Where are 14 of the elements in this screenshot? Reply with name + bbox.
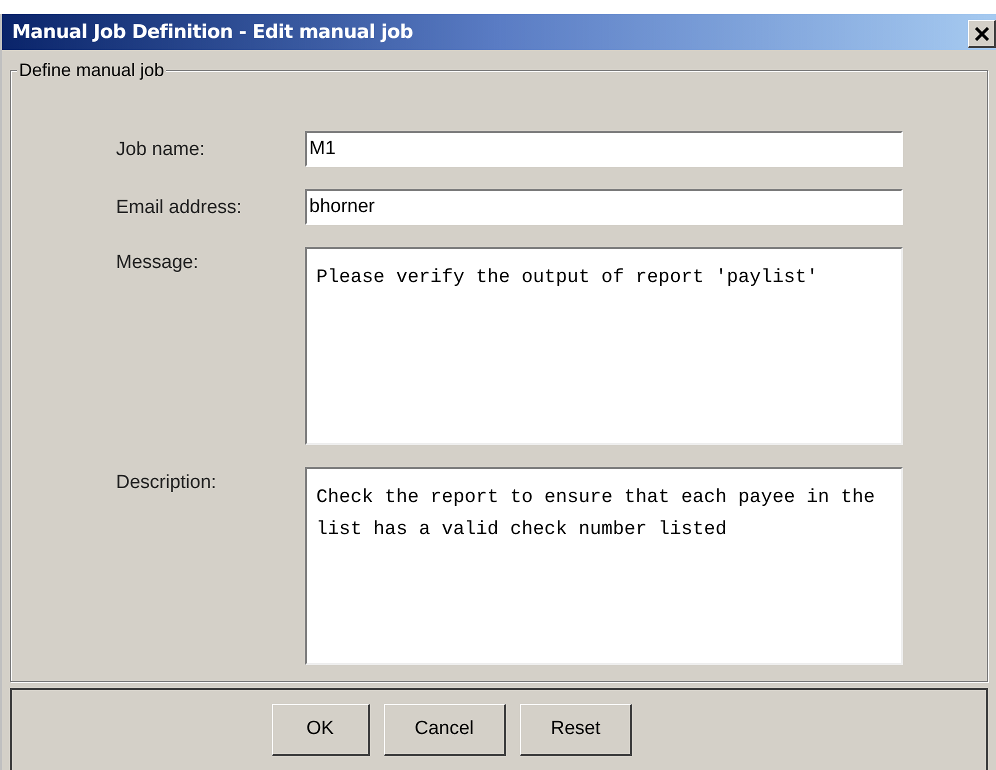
close-icon xyxy=(975,26,989,40)
field-label: Email address: xyxy=(116,196,243,220)
text-area[interactable]: Check the report to ensure that each payee in the list has a valid check number listed xyxy=(305,467,903,665)
text-area[interactable]: Please verify the output of report 'paylist' xyxy=(305,247,903,445)
text-field[interactable]: M1 xyxy=(305,131,903,167)
close-button[interactable] xyxy=(968,20,996,48)
field-label: Description: xyxy=(116,471,218,495)
field-label: Job name: xyxy=(116,138,206,162)
window-title: Manual Job Definition - Edit manual job xyxy=(12,20,413,45)
field-label: Message: xyxy=(116,251,200,275)
text-field[interactable]: bhorner xyxy=(305,189,903,225)
dialog-button[interactable]: Cancel xyxy=(384,704,506,756)
dialog-button[interactable]: OK xyxy=(272,704,370,756)
dialog-button[interactable]: Reset xyxy=(520,704,632,756)
